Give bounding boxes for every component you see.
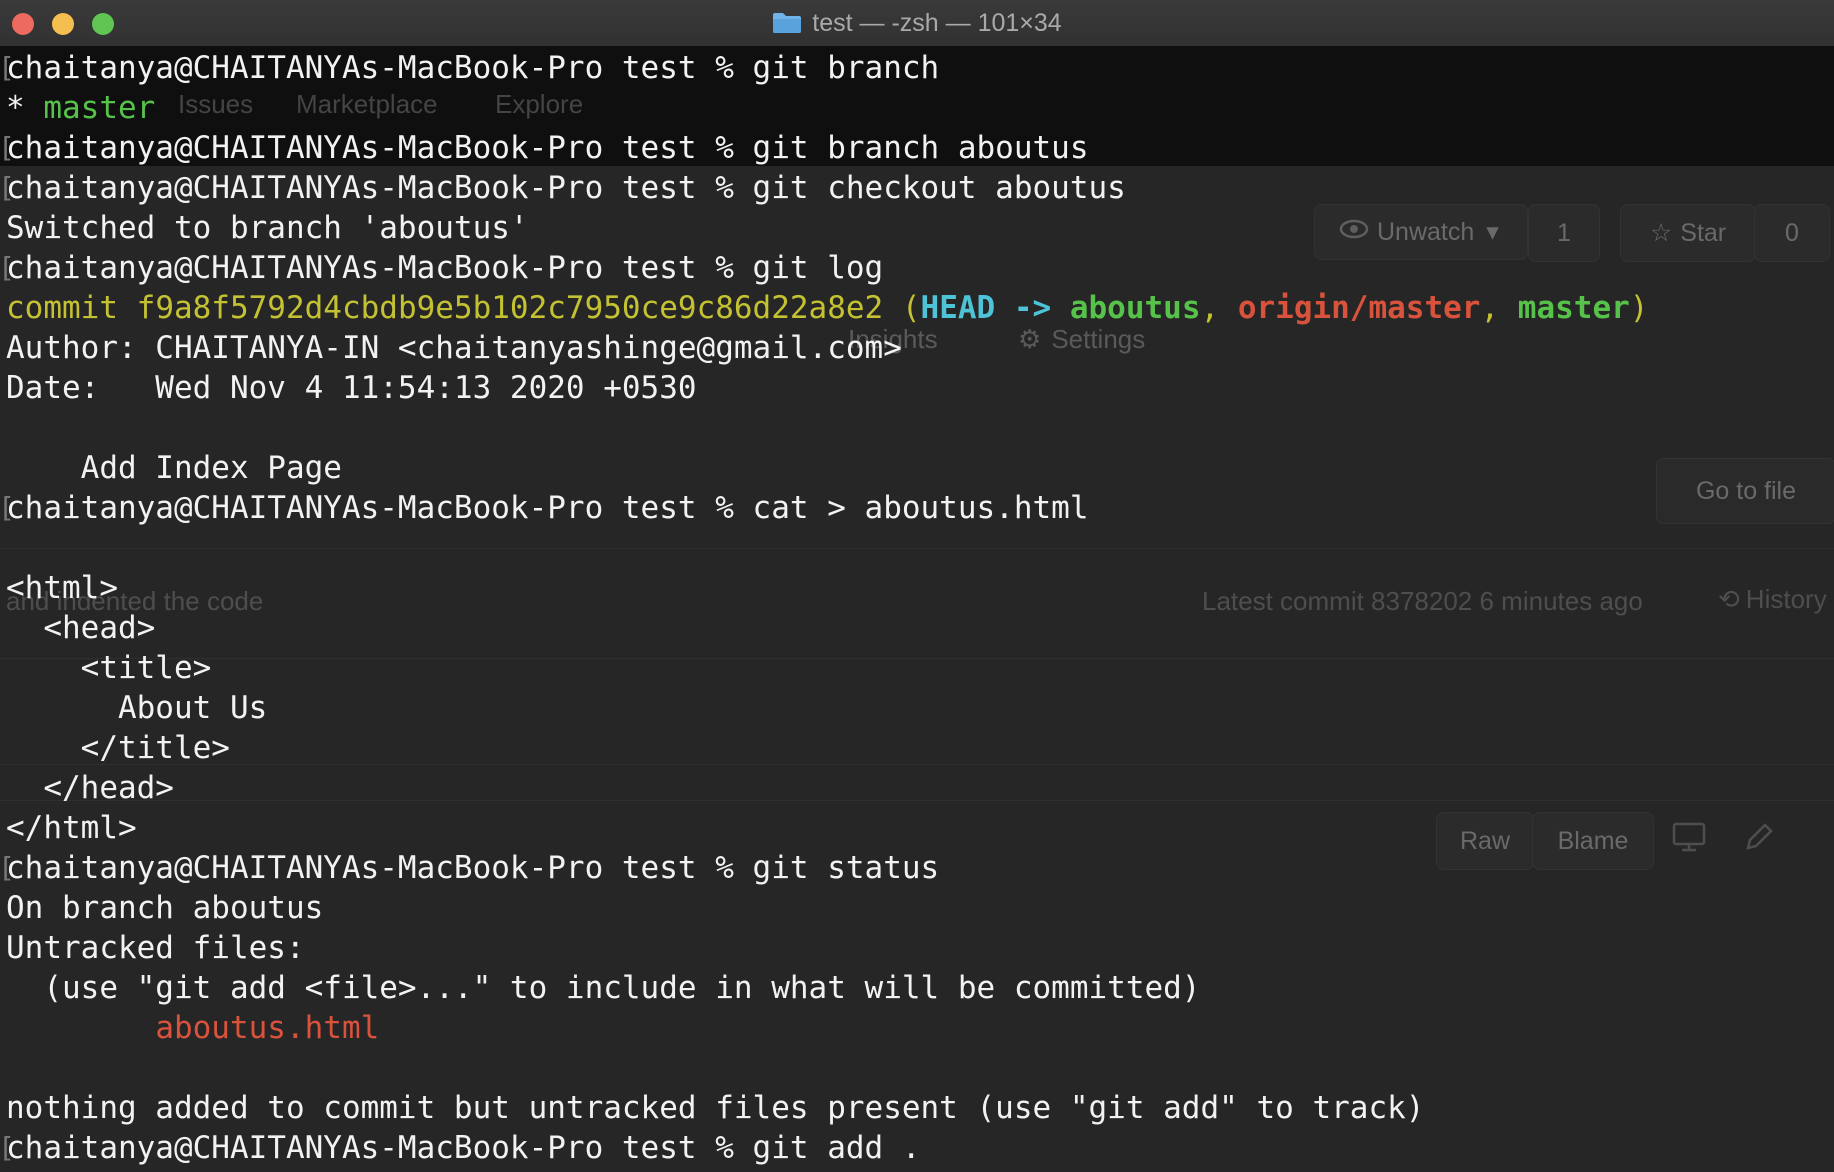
terminal-line: chaitanya@CHAITANYAs-MacBook-Pro test % …	[0, 168, 1648, 208]
command: git status	[752, 850, 940, 886]
commit-hash: f9a8f5792d4cbdb9e5b102c7950ce9c86d22a8e2	[136, 290, 884, 326]
terminal-line: <head>	[6, 610, 156, 646]
command: git log	[752, 250, 884, 286]
terminal-line: Date: Wed Nov 4 11:54:13 2020 +0530	[6, 370, 697, 406]
terminal-view[interactable]: Issues Marketplace Explore Unwatch ▾ 1 ☆…	[0, 46, 1834, 1172]
prompt: chaitanya@CHAITANYAs-MacBook-Pro test %	[6, 130, 753, 166]
history-icon: ⟲	[1718, 584, 1740, 614]
untracked-file: aboutus.html	[155, 1010, 380, 1046]
ghost-go-to-file-button: Go to file	[1656, 458, 1834, 524]
prompt: chaitanya@CHAITANYAs-MacBook-Pro test %	[6, 50, 753, 86]
terminal-line: Add Index Page	[6, 450, 342, 486]
ref-master: master	[1517, 290, 1630, 326]
terminal-line: (use "git add <file>..." to include in w…	[6, 970, 1201, 1006]
terminal-line: </title>	[6, 730, 230, 766]
title-bar: test — -zsh — 101×34	[0, 0, 1834, 47]
head-ref: HEAD ->	[920, 290, 1070, 326]
folder-icon	[772, 12, 802, 34]
command: cat > aboutus.html	[752, 490, 1089, 526]
terminal-line: chaitanya@CHAITANYAs-MacBook-Pro test % …	[0, 48, 1648, 88]
prompt: chaitanya@CHAITANYAs-MacBook-Pro test %	[6, 170, 753, 206]
ghost-pencil-icon	[1744, 822, 1774, 859]
terminal-output: chaitanya@CHAITANYAs-MacBook-Pro test % …	[0, 48, 1648, 1168]
terminal-line: * master	[6, 88, 1648, 128]
terminal-line: </html>	[6, 810, 137, 846]
terminal-line: chaitanya@CHAITANYAs-MacBook-Pro test % …	[0, 848, 1648, 888]
command: git branch	[752, 50, 940, 86]
window-title: test — -zsh — 101×34	[812, 8, 1062, 37]
ref-separator: ,	[1480, 290, 1518, 326]
terminal-line: aboutus.html	[6, 1008, 1648, 1048]
commit-label: commit	[6, 290, 137, 326]
command: git branch aboutus	[752, 130, 1089, 166]
ref-separator: ,	[1200, 290, 1238, 326]
ref-aboutus: aboutus	[1069, 290, 1201, 326]
terminal-line: On branch aboutus	[6, 890, 324, 926]
star-icon: ☆	[1649, 219, 1673, 247]
prompt: chaitanya@CHAITANYAs-MacBook-Pro test %	[6, 1130, 753, 1166]
terminal-line: Switched to branch 'aboutus'	[6, 210, 529, 246]
prompt: chaitanya@CHAITANYAs-MacBook-Pro test %	[6, 490, 753, 526]
terminal-line: chaitanya@CHAITANYAs-MacBook-Pro test % …	[0, 488, 1648, 528]
ghost-history-label: History	[1745, 584, 1827, 614]
terminal-line: <title>	[6, 650, 212, 686]
terminal-line: chaitanya@CHAITANYAs-MacBook-Pro test % …	[0, 128, 1648, 168]
terminal-line: </head>	[6, 770, 174, 806]
terminal-line: Author: CHAITANYA-IN <chaitanyashinge@gm…	[6, 330, 902, 366]
command: git add .	[752, 1130, 921, 1166]
ref-paren-open: (	[883, 290, 921, 326]
terminal-line: chaitanya@CHAITANYAs-MacBook-Pro test % …	[0, 248, 1648, 288]
ghost-star-label: Star	[1680, 218, 1727, 247]
ghost-star-count: 0	[1754, 204, 1830, 262]
terminal-line: chaitanya@CHAITANYAs-MacBook-Pro test % …	[0, 1128, 1648, 1168]
ghost-history-link: ⟲ History	[1718, 584, 1827, 615]
prompt: chaitanya@CHAITANYAs-MacBook-Pro test %	[6, 850, 753, 886]
terminal-line: <html>	[6, 570, 118, 606]
terminal-line: Untracked files:	[6, 930, 305, 966]
terminal-line: commit f9a8f5792d4cbdb9e5b102c7950ce9c86…	[6, 288, 1648, 328]
branch-name: master	[43, 90, 156, 126]
ref-paren-close: )	[1629, 290, 1649, 326]
terminal-line: nothing added to commit but untracked fi…	[6, 1090, 1425, 1126]
command: git checkout aboutus	[752, 170, 1126, 206]
terminal-line: About Us	[6, 690, 268, 726]
ghost-desktop-icon	[1672, 822, 1706, 859]
window-title-wrap: test — -zsh — 101×34	[0, 0, 1834, 46]
prompt: chaitanya@CHAITANYAs-MacBook-Pro test %	[6, 250, 753, 286]
ref-origin-master: origin/master	[1237, 290, 1481, 326]
current-branch-marker: *	[6, 90, 44, 126]
